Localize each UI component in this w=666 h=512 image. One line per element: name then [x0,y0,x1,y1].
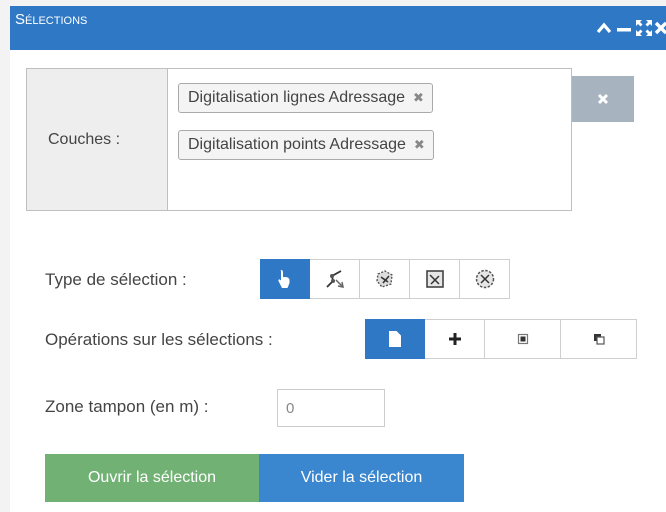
collapse-icon[interactable] [594,16,614,40]
clear-layers-button[interactable] [572,76,634,122]
close-icon [597,93,609,105]
new-selection-button[interactable] [365,319,425,359]
layer-tag-label: Digitalisation points Adressage [188,136,406,153]
select-polygon-icon [375,270,393,288]
layers-label: Couches : [48,131,121,148]
subtract-selection-button[interactable] [561,319,637,359]
layer-tag-label: Digitalisation lignes Adressage [188,89,406,106]
select-rectangle-button[interactable] [410,259,460,299]
new-selection-icon [389,331,401,347]
select-circle-button[interactable] [460,259,510,299]
close-icon[interactable] [654,16,666,40]
select-rectangle-icon [425,270,444,288]
intersect-selection-button[interactable] [485,319,561,359]
select-line-icon [325,270,344,288]
operations-group [365,319,637,359]
open-selection-button[interactable]: Ouvrir la sélection [45,454,259,502]
intersect-selection-icon [517,333,528,345]
select-pointer-button[interactable] [260,259,310,299]
operations-label: Opérations sur les sélections : [45,330,273,349]
window-controls [594,16,666,40]
expand-icon[interactable] [634,16,654,40]
panel-titlebar: Sélections [10,6,666,50]
layer-tag[interactable]: Digitalisation points Adressage ✖ [178,130,434,160]
select-line-button[interactable] [310,259,360,299]
select-pointer-icon [278,270,290,288]
clear-selection-button[interactable]: Vider la sélection [259,454,464,502]
remove-tag-icon[interactable]: ✖ [414,137,425,153]
layers-label-cell: Couches : [27,69,168,210]
subtract-selection-icon [593,334,605,345]
buffer-input[interactable] [277,389,385,427]
add-selection-icon [448,333,461,345]
panel-title: Sélections [15,11,88,28]
select-polygon-button[interactable] [360,259,410,299]
buffer-label: Zone tampon (en m) : [45,397,209,416]
select-circle-icon [475,269,494,289]
minimize-icon[interactable] [614,16,634,40]
add-selection-button[interactable] [425,319,485,359]
remove-tag-icon[interactable]: ✖ [413,90,424,106]
selection-type-label: Type de sélection : [45,270,187,289]
layer-tag[interactable]: Digitalisation lignes Adressage ✖ [178,83,433,113]
layers-selector: Couches : Digitalisation lignes Adressag… [26,68,572,211]
selection-type-group [260,259,510,299]
selections-panel: Sélections Couches : Digitalisation lign… [10,6,666,512]
